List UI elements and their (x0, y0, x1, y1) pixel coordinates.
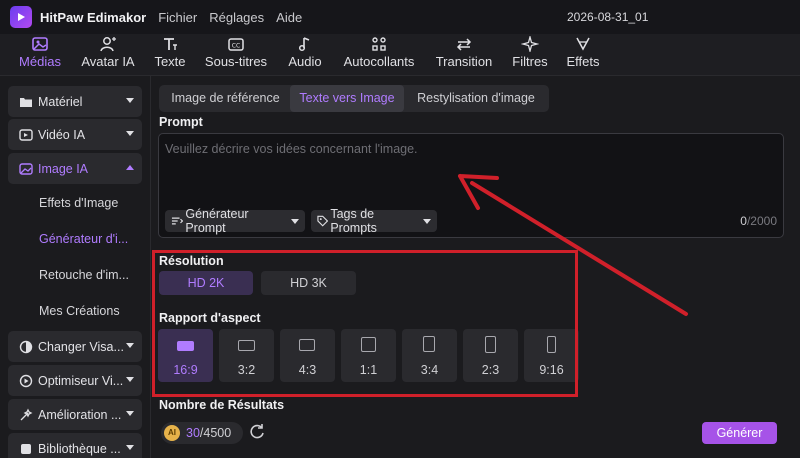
sidebar-subitem-retouche[interactable]: Retouche d'im... (39, 268, 129, 282)
sidebar-item-label: Changer Visa... (38, 339, 124, 354)
sidebar-item-changer-visage[interactable]: Changer Visa... (8, 331, 142, 362)
title-bar: HitPaw Edimakor Fichier Réglages Aide 20… (0, 0, 800, 34)
image-ai-icon (18, 161, 34, 177)
sidebar-item-optimiseur[interactable]: Optimiseur Vi... (8, 365, 142, 396)
chevron-down-icon (126, 98, 134, 103)
sidebar-subitem-effets-image[interactable]: Effets d'Image (39, 196, 118, 210)
tab-restylisation[interactable]: Restylisation d'image (406, 85, 546, 112)
library-icon (18, 441, 34, 457)
tool-filtres[interactable]: Filtres (511, 36, 549, 69)
sidebar-item-label: Vidéo IA (38, 127, 86, 142)
tool-transition[interactable]: Transition (434, 36, 494, 69)
tool-label: Filtres (512, 54, 548, 69)
main-toolbar: Médias Avatar IA Texte CC Sous-titres Au… (0, 34, 800, 76)
project-name: 2026-08-31_01 (567, 10, 649, 24)
tool-label: Médias (19, 54, 61, 69)
sparkle-icon (521, 36, 539, 52)
mode-tabs: Image de référence Texte vers Image Rest… (159, 85, 549, 112)
tool-medias[interactable]: Médias (18, 36, 62, 69)
app-logo-icon (10, 6, 32, 28)
tool-effets[interactable]: Effets (565, 36, 601, 69)
tool-label: Texte (154, 54, 186, 69)
sidebar-item-bibliotheque[interactable]: Bibliothèque ... (8, 433, 142, 458)
optimizer-icon (18, 373, 34, 389)
prompt-placeholder: Veuillez décrire vos idées concernant l'… (165, 142, 418, 156)
sidebar-item-materiel[interactable]: Matériel (8, 86, 142, 117)
prompt-tags-dropdown[interactable]: Tags de Prompts (311, 207, 437, 235)
text-icon (164, 38, 177, 50)
tool-texte[interactable]: Texte (154, 36, 186, 69)
chevron-down-icon (126, 343, 134, 348)
chevron-up-icon (126, 165, 134, 170)
chevron-down-icon (126, 411, 134, 416)
tool-label: Avatar IA (81, 54, 135, 69)
refresh-icon[interactable] (248, 423, 266, 441)
tag-icon (317, 215, 329, 227)
tool-label: Audio (288, 54, 322, 69)
prompt-input[interactable]: Veuillez décrire vos idées concernant l'… (158, 133, 784, 238)
face-swap-icon (18, 339, 34, 355)
svg-text:CC: CC (232, 43, 240, 50)
bottom-bar: AI 30 /4500 Générer (151, 410, 800, 458)
folder-icon (18, 94, 34, 110)
stickers-icon (372, 37, 386, 51)
music-note-icon (298, 37, 310, 52)
media-icon (32, 37, 48, 51)
sidebar-item-label: Bibliothèque ... (38, 441, 121, 456)
tab-image-reference[interactable]: Image de référence (163, 85, 288, 112)
chip-label: Tags de Prompts (330, 207, 377, 235)
sidebar-item-label: Matériel (38, 94, 83, 109)
list-icon (171, 217, 184, 225)
app-title: HitPaw Edimakor (40, 9, 147, 25)
chip-label: Générateur Prompt (185, 207, 249, 235)
tool-audio[interactable]: Audio (287, 36, 323, 69)
sidebar-item-label: Amélioration ... (38, 407, 122, 422)
tool-label: Transition (435, 54, 493, 69)
video-ai-icon (18, 127, 34, 143)
chevron-down-icon (126, 377, 134, 382)
sidebar-item-label: Optimiseur Vi... (38, 373, 124, 388)
prompt-generator-dropdown[interactable]: Générateur Prompt (165, 207, 305, 235)
results-count-label: Nombre de Résultats (159, 398, 285, 410)
sidebar-item-image-ia[interactable]: Image IA (8, 153, 142, 184)
menu-fichier[interactable]: Fichier (158, 10, 197, 25)
char-max: /2000 (746, 214, 777, 228)
credits-total: /4500 (199, 426, 232, 440)
tool-label: Sous-titres (204, 54, 268, 69)
tool-avatar-ia[interactable]: Avatar IA (80, 36, 136, 69)
chevron-down-icon (423, 218, 431, 224)
menu-aide[interactable]: Aide (276, 10, 302, 25)
chevron-down-icon (291, 218, 299, 224)
effects-icon (576, 37, 590, 51)
sidebar-divider (150, 76, 151, 458)
sidebar-subitem-mes-creations[interactable]: Mes Créations (39, 304, 120, 318)
enhance-icon (18, 407, 34, 423)
tool-autocollants[interactable]: Autocollants (341, 36, 417, 69)
sidebar-item-video-ia[interactable]: Vidéo IA (8, 119, 142, 150)
annotation-highlight-box (152, 250, 578, 397)
chevron-down-icon (126, 131, 134, 136)
sidebar-item-label: Image IA (38, 161, 89, 176)
avatar-icon (100, 37, 116, 52)
char-count: 0 (740, 214, 747, 228)
tab-texte-vers-image[interactable]: Texte vers Image (290, 85, 404, 112)
tool-sous-titres[interactable]: CC Sous-titres (204, 36, 268, 69)
sidebar-item-amelioration[interactable]: Amélioration ... (8, 399, 142, 430)
tool-label: Effets (566, 54, 600, 69)
subtitles-icon: CC (228, 38, 244, 51)
credits-badge: AI 30 /4500 (161, 422, 243, 444)
menu-reglages[interactable]: Réglages (209, 10, 264, 25)
tool-label: Autocollants (343, 54, 415, 69)
generate-button[interactable]: Générer (702, 422, 777, 444)
prompt-label: Prompt (159, 115, 203, 129)
char-counter: 0/2000 (740, 214, 777, 228)
chevron-down-icon (126, 445, 134, 450)
sidebar-subitem-generateur[interactable]: Générateur d'i... (39, 232, 128, 246)
coin-icon: AI (164, 425, 180, 441)
credits-used: 30 (186, 426, 200, 440)
transition-icon (456, 38, 472, 51)
